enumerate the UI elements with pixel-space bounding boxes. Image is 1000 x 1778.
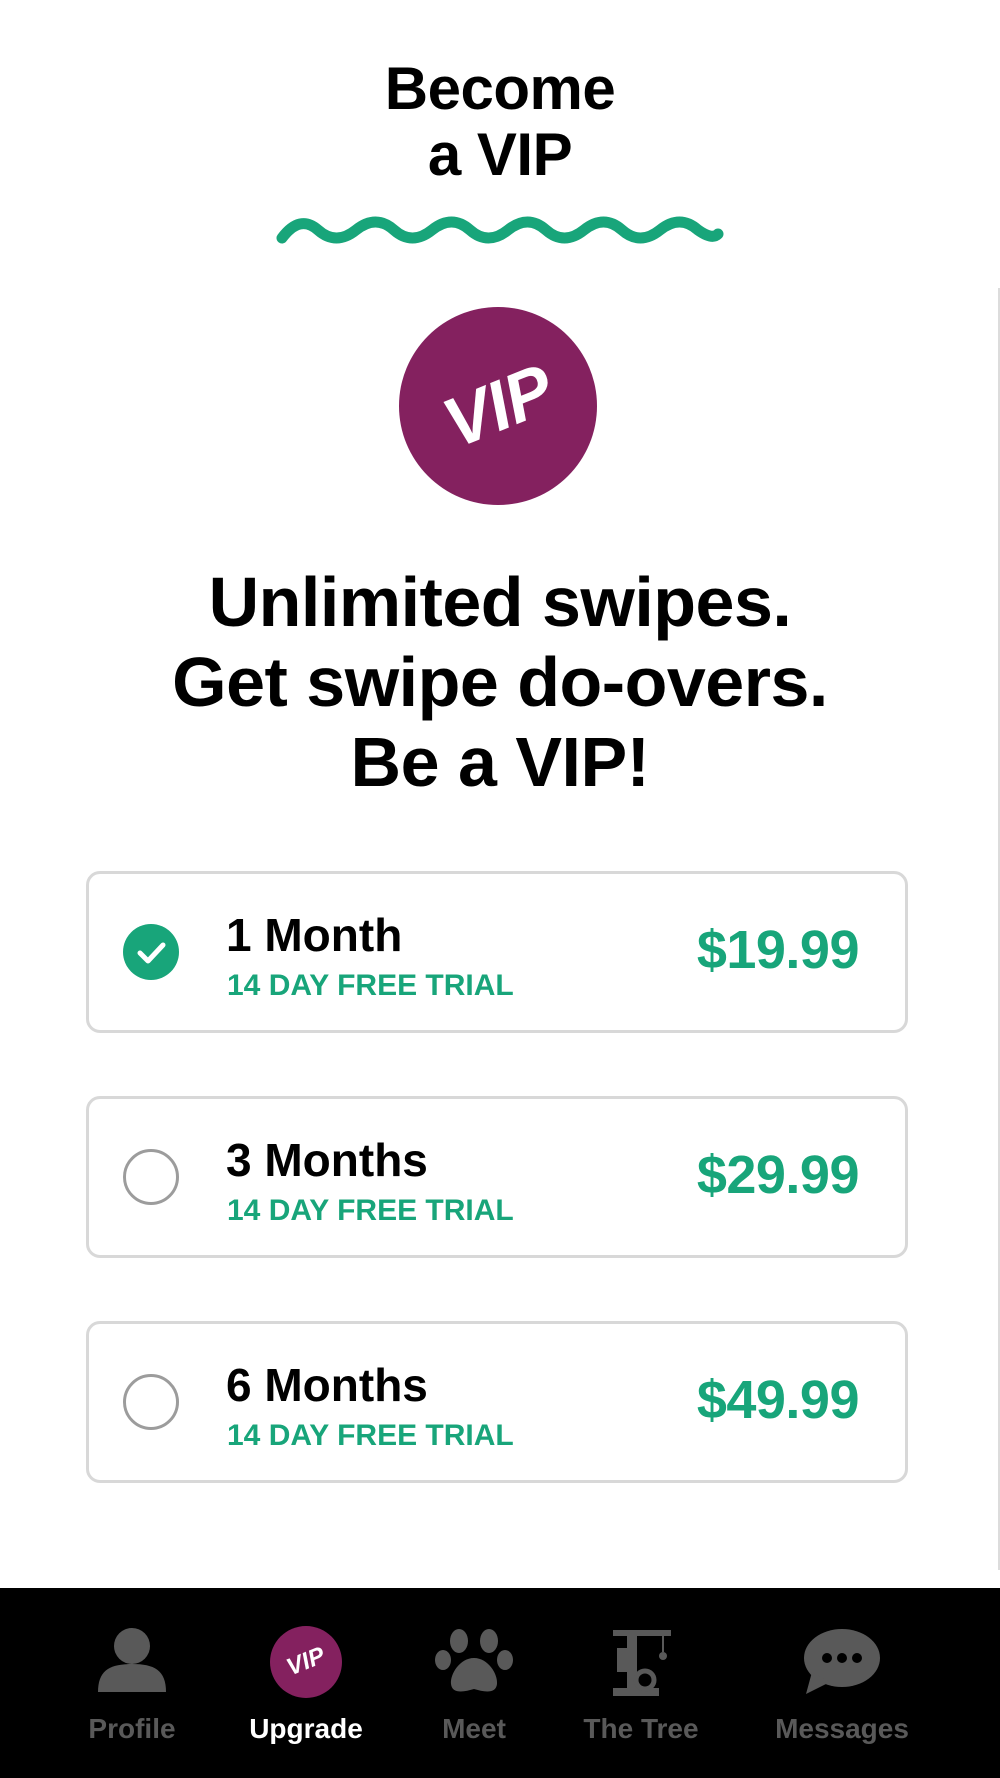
- plan-option-6-months[interactable]: 6 Months 14 DAY FREE TRIAL $49.99: [86, 1321, 908, 1483]
- nav-item-meet[interactable]: Meet: [414, 1588, 534, 1778]
- plan-trial: 14 DAY FREE TRIAL: [227, 1419, 514, 1452]
- plan-price: $49.99: [696, 1370, 860, 1430]
- nav-label: Messages: [775, 1713, 909, 1744]
- chat-bubble-icon: [804, 1629, 880, 1694]
- tagline-line-1: Unlimited swipes.: [208, 563, 792, 641]
- nav-item-profile[interactable]: Profile: [62, 1588, 202, 1778]
- nav-label: Profile: [88, 1713, 176, 1744]
- nav-vip-badge-text: VIP: [282, 1641, 329, 1682]
- nav-item-the-tree[interactable]: The Tree: [570, 1588, 712, 1778]
- nav-label: Upgrade: [249, 1713, 363, 1744]
- radio-unchecked-icon[interactable]: [123, 1374, 179, 1430]
- plan-trial: 14 DAY FREE TRIAL: [227, 969, 514, 1002]
- wavy-divider: [276, 216, 724, 244]
- paw-icon: [435, 1629, 513, 1692]
- radio-unchecked-icon[interactable]: [123, 1149, 179, 1205]
- nav-item-messages[interactable]: Messages: [764, 1588, 920, 1778]
- checkmark-icon: [137, 942, 166, 964]
- tagline-line-3: Be a VIP!: [350, 723, 650, 801]
- vip-badge: VIP: [399, 307, 597, 505]
- page-title: Become a VIP: [0, 56, 1000, 188]
- radio-checked-icon[interactable]: [123, 924, 179, 980]
- plan-name: 3 Months: [226, 1134, 428, 1186]
- vip-badge-text: VIP: [432, 349, 564, 463]
- tagline: Unlimited swipes. Get swipe do-overs. Be…: [0, 562, 1000, 802]
- nav-item-upgrade[interactable]: VIP Upgrade: [232, 1588, 380, 1778]
- cat-tree-icon: [613, 1630, 671, 1696]
- plan-price: $19.99: [696, 920, 860, 980]
- vip-badge-icon: VIP: [270, 1626, 342, 1698]
- plan-option-3-months[interactable]: 3 Months 14 DAY FREE TRIAL $29.99: [86, 1096, 908, 1258]
- page-title-line-1: Become: [384, 55, 616, 122]
- nav-label: Meet: [442, 1713, 506, 1744]
- nav-label: The Tree: [583, 1713, 699, 1744]
- plan-name: 1 Month: [226, 909, 403, 961]
- tagline-line-2: Get swipe do-overs.: [172, 643, 828, 721]
- plan-option-1-month[interactable]: 1 Month 14 DAY FREE TRIAL $19.99: [86, 871, 908, 1033]
- page-title-line-2: a VIP: [427, 121, 573, 188]
- person-icon: [98, 1628, 166, 1692]
- bottom-nav: Profile VIP Upgrade Meet The Tree Messag…: [0, 1588, 1000, 1778]
- plan-trial: 14 DAY FREE TRIAL: [227, 1194, 514, 1227]
- plan-name: 6 Months: [226, 1359, 428, 1411]
- plan-price: $29.99: [696, 1145, 860, 1205]
